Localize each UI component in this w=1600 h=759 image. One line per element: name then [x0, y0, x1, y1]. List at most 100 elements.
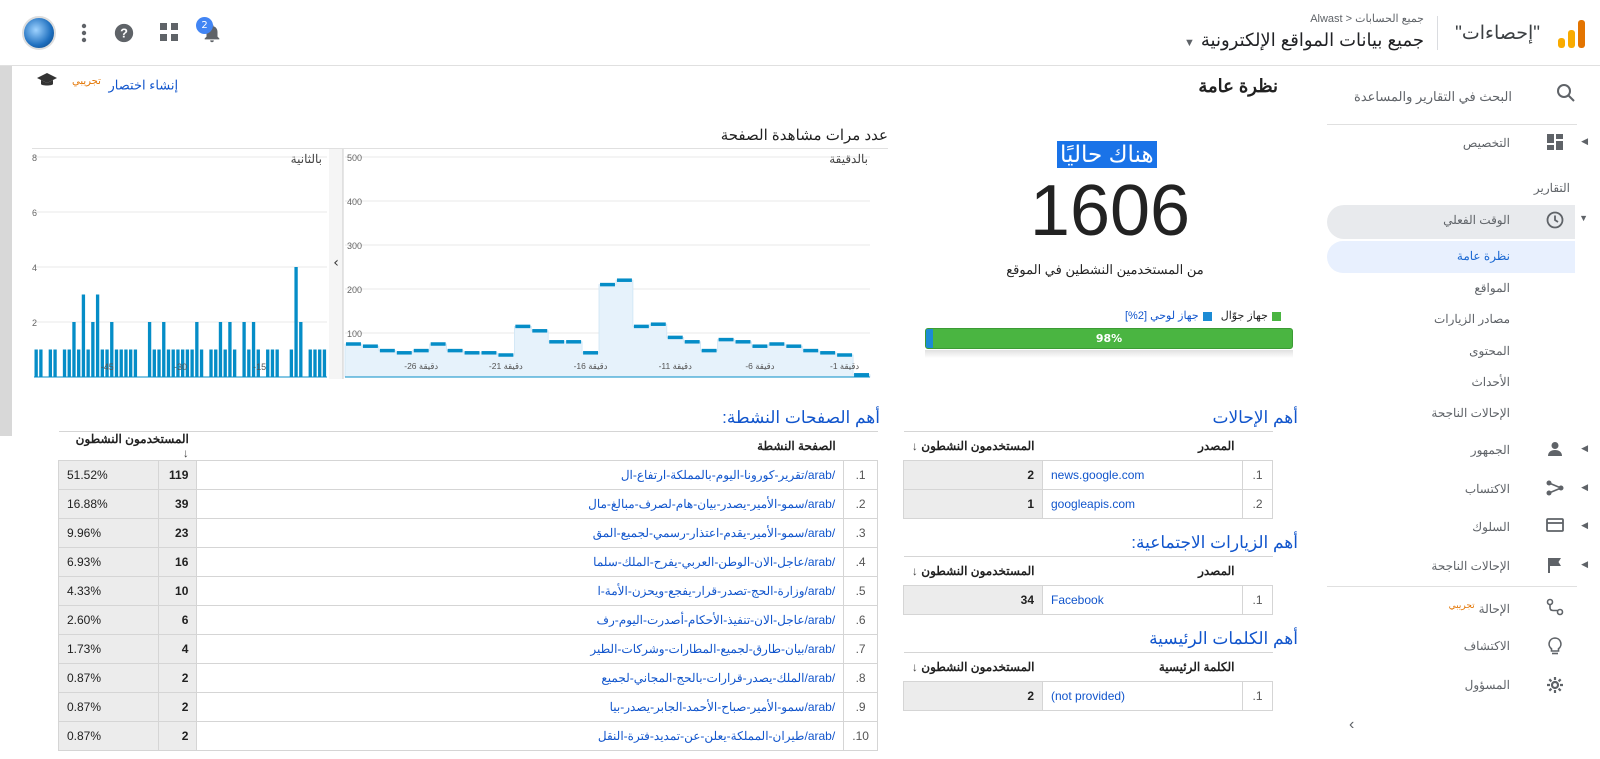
sidebar-item-overview[interactable]: نظرة عامة [1327, 241, 1575, 273]
sidebar-item-acquisition[interactable]: ◀ الاكتساب [1327, 474, 1600, 506]
top-social-title: أهم الزيارات الاجتماعية: [1131, 533, 1298, 552]
row-page[interactable]: /arab/وزارة-الحج-تصدر-قرار-يفجع-ويحزن-ال… [196, 576, 845, 606]
analytics-logo[interactable] [1558, 20, 1586, 48]
x-tick-label: -26 دقيقة [404, 361, 438, 371]
row-page[interactable]: /arab/بيان-طارق-لجميع-المطارات-وشركات-ال… [196, 634, 845, 664]
header-users[interactable]: المستخدمون النشطون ↓ [903, 431, 1043, 461]
row-users: 16 [158, 547, 198, 577]
bar [157, 349, 161, 377]
bar [209, 349, 213, 377]
header-source: المصدر [1042, 556, 1243, 586]
sidebar-item-label: السلوك [1472, 520, 1510, 534]
sidebar-item-label: الاكتشاف [1463, 639, 1510, 653]
row-pct: 4.33% [57, 576, 160, 606]
sidebar-collapse-button[interactable]: › [1349, 716, 1354, 734]
arrow-down-icon: ↓ [911, 439, 918, 453]
row-source[interactable]: Facebook [1042, 585, 1243, 615]
sidebar-item-conversions[interactable]: ◀ الإحالات الناجحة [1327, 551, 1600, 583]
acquisition-icon [1546, 480, 1564, 498]
sidebar-item-admin[interactable]: المسؤول [1327, 670, 1600, 702]
header-source: المصدر [1042, 431, 1243, 461]
bar [190, 349, 194, 377]
header-users[interactable]: المستخدمون النشطون ↓ [903, 652, 1043, 682]
row-page[interactable]: /arab/سمو-الأمير-صباح-الأحمد-الجابر-يصدر… [196, 692, 845, 722]
bar [34, 349, 38, 377]
row-page[interactable]: /arab/سمو-الأمير-يقدم-اعتذار-رسمي-لجميع-… [196, 518, 845, 548]
sidebar-item-conversions-rt[interactable]: الإحالات الناجحة [1327, 398, 1600, 430]
page-title: نظرة عامة [1198, 76, 1278, 96]
active-users-sub-label: من المستخدمين النشطين في الموقع [1006, 262, 1204, 277]
table-header: المصدر المستخدمون النشطون ↓ [903, 556, 1273, 586]
bar [39, 349, 43, 377]
sidebar-item-customization[interactable]: ◀ التخصيص [1327, 128, 1600, 160]
row-page[interactable]: /arab/سمو-الأمير-يصدر-بيان-هام-لصرف-مبال… [196, 489, 845, 519]
row-num: 10. [843, 721, 878, 751]
row-users: 2 [903, 460, 1043, 490]
row-num: 7. [843, 634, 878, 664]
svg-text:?: ? [120, 26, 128, 41]
sidebar-item-discover[interactable]: الاكتشاف [1327, 631, 1600, 663]
clock-icon [1546, 211, 1564, 229]
x-tick-label: -1 دقيقة [830, 361, 859, 371]
sidebar-item-traffic-sources[interactable]: مصادر الزيارات [1327, 304, 1600, 336]
row-pct: 6.93% [57, 547, 160, 577]
row-num: 1. [843, 460, 878, 490]
help-icon[interactable]: ? [112, 22, 136, 46]
sidebar-item-events[interactable]: الأحداث [1327, 367, 1600, 399]
attribution-label: الإحالة [1478, 602, 1510, 616]
row-source[interactable]: news.google.com [1042, 460, 1243, 490]
reports-heading: التقارير [1533, 181, 1570, 195]
y-tick-label: 200 [347, 285, 362, 295]
chevron-left-icon: ◀ [1581, 482, 1588, 492]
sidebar-item-realtime[interactable]: ▼ الوقت الفعلي [1327, 205, 1588, 239]
row-num: 9. [843, 692, 878, 722]
property-selector[interactable]: جميع بيانات المواقع الإلكترونية ▼ [1184, 30, 1424, 51]
bar [218, 322, 223, 377]
breadcrumb-root[interactable]: جميع الحسابات [1355, 13, 1424, 25]
header-users[interactable]: المستخدمون النشطون ↓ [903, 556, 1043, 586]
breadcrumb[interactable]: جميع الحسابات < Alwast [1310, 12, 1424, 25]
scrollbar[interactable] [0, 66, 12, 436]
row-page[interactable]: /arab/الملك-يصدر-قرارات-بالحج-المجاني-لج… [196, 663, 845, 693]
avatar[interactable] [22, 16, 56, 50]
row-pct: 2.60% [57, 605, 160, 635]
panel-label: بالثانية [291, 152, 322, 166]
x-tick-label: -6 دقيقة [745, 361, 774, 371]
more-vert-icon[interactable] [72, 22, 96, 46]
chevron-left-icon: ◀ [1581, 559, 1588, 569]
graduation-cap-icon[interactable] [36, 72, 58, 92]
row-source[interactable]: googleapis.com [1042, 489, 1243, 519]
lightbulb-icon [1546, 637, 1564, 655]
y-tick-label: 2 [32, 318, 37, 328]
top-keywords-table: الكلمة الرئيسية المستخدمون النشطون ↓ 1. … [903, 652, 1273, 711]
sidebar-item-attribution[interactable]: الإحالةتجريبي [1327, 592, 1600, 624]
legend-tablet: جهاز لوحي [2%] [1125, 310, 1199, 322]
row-keyword[interactable]: (not provided) [1042, 681, 1243, 711]
row-page[interactable]: /arab/عاجل-الان-الوطن-العربي-يفرح-الملك-… [196, 547, 845, 577]
apps-grid-icon[interactable] [157, 22, 181, 46]
legend-swatch-mobile [1271, 311, 1281, 321]
attribution-icon [1546, 598, 1564, 616]
table-row: 3./arab/سمو-الأمير-يقدم-اعتذار-رسمي-لجمي… [57, 518, 878, 548]
breadcrumb-account[interactable]: Alwast [1310, 13, 1342, 25]
shortcut-label: إنشاء اختصار [108, 77, 179, 93]
create-shortcut-link[interactable]: إنشاء اختصار تجريبي [72, 76, 178, 93]
row-num: 8. [843, 663, 878, 693]
sidebar-item-audience[interactable]: ◀ الجمهور [1327, 435, 1600, 467]
sidebar-item-content[interactable]: المحتوى [1327, 336, 1600, 368]
table-header: المصدر المستخدمون النشطون ↓ [903, 431, 1273, 461]
header-users[interactable]: المستخدمون النشطون ↓ [58, 431, 197, 461]
sidebar-item-locations[interactable]: المواقع [1327, 273, 1600, 305]
row-pct: 0.87% [57, 692, 160, 722]
row-page[interactable]: /arab/طيران-المملكة-يعلن-عن-تمديد-فترة-ا… [196, 721, 845, 751]
dashboard-icon [1546, 134, 1564, 152]
row-page[interactable]: /arab/عاجل-الان-تنفيذ-الأحكام-أصدرت-اليو… [196, 605, 845, 635]
header-users-label: المستخدمون النشطون [75, 432, 189, 446]
active-users-count: 1606 [1029, 171, 1191, 251]
y-tick-label: 8 [32, 153, 37, 163]
row-page[interactable]: /arab/تقرير-كورونا-اليوم-بالمملكة-ارتفاع… [196, 460, 845, 490]
arrow-down-icon: ↓ [911, 564, 918, 578]
sidebar-item-behavior[interactable]: ◀ السلوك [1327, 512, 1600, 544]
row-num: 1. [1242, 585, 1273, 615]
divider [1437, 16, 1438, 50]
